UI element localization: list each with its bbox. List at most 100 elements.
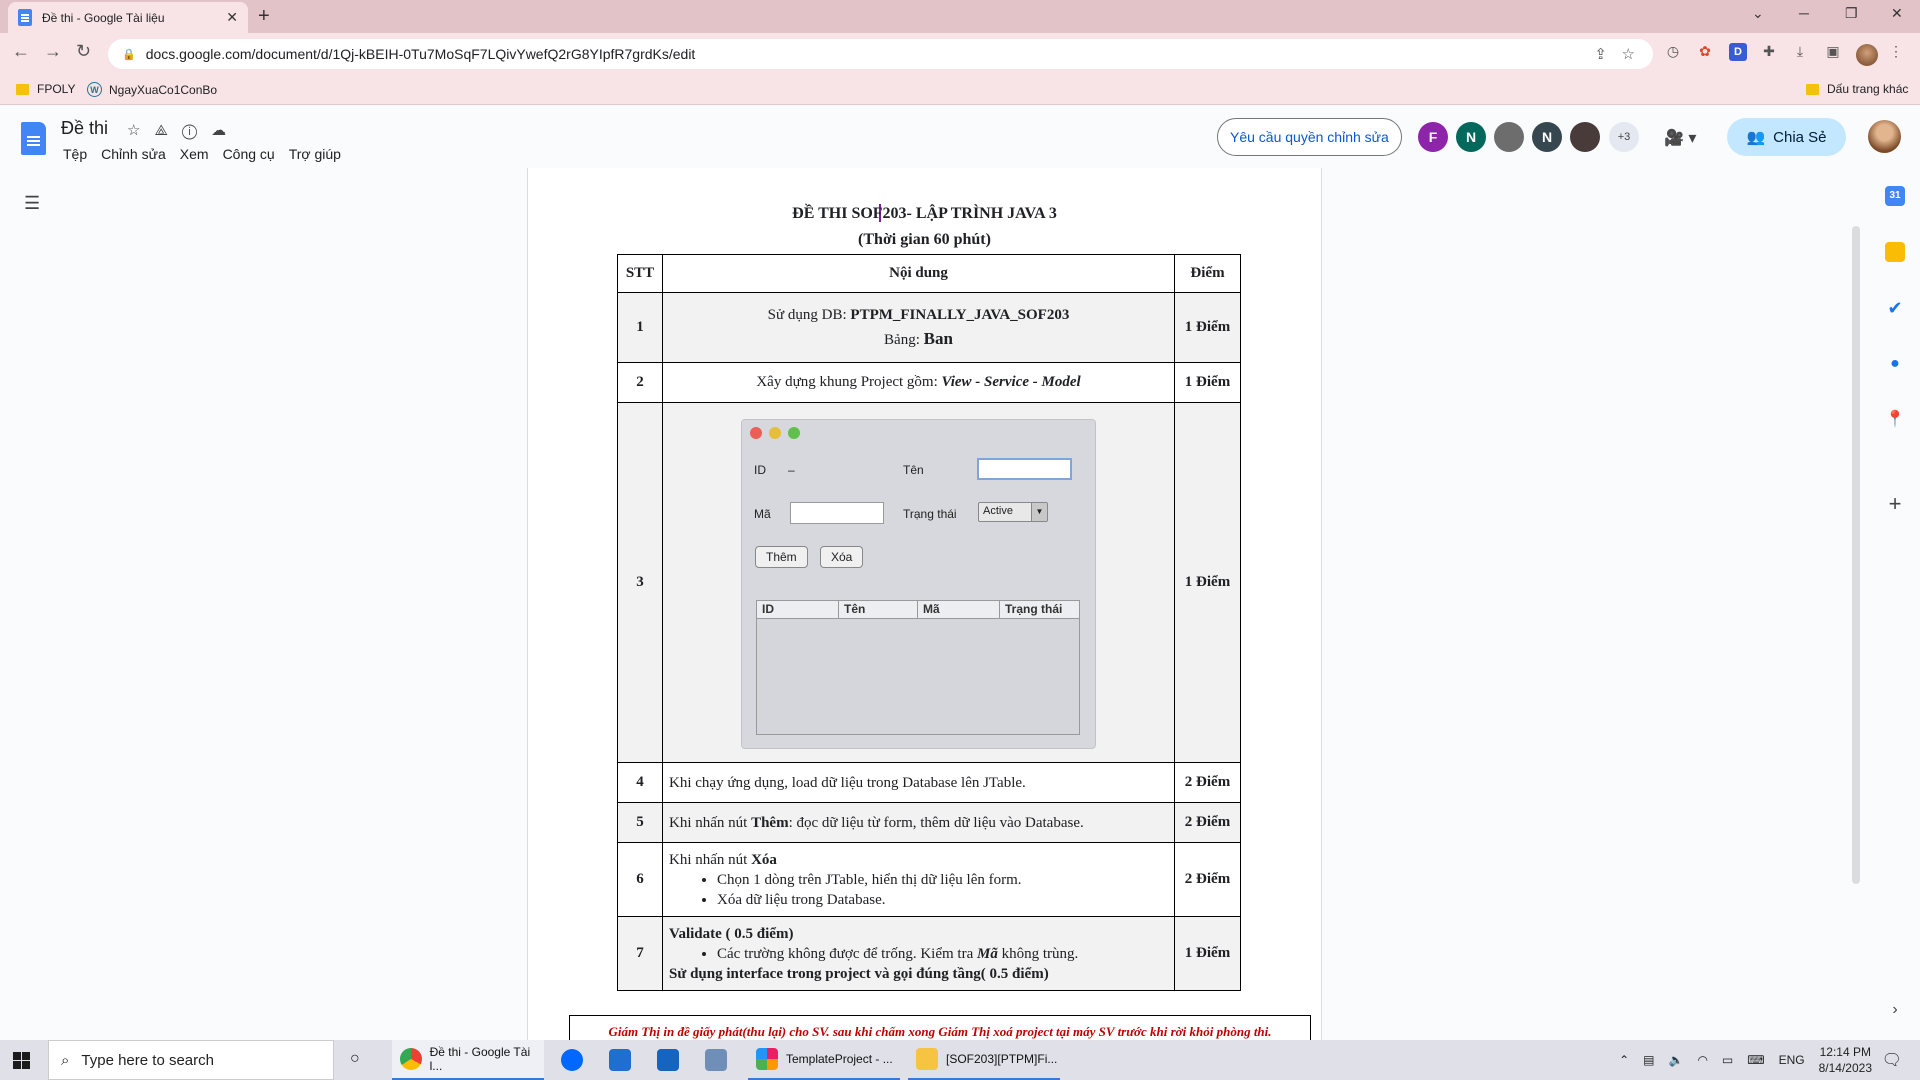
bookmark-label: FPOLY (37, 82, 76, 96)
language-indicator[interactable]: ENG (1779, 1053, 1805, 1067)
document-outline-icon[interactable]: ☰ (24, 193, 40, 214)
mock-code-input (790, 501, 884, 524)
system-tray: ⌃ ▤ 🔈 ◠ ▭ ⌨ ENG 12:14 PM 8/14/2023 (1619, 1040, 1872, 1080)
keyboard-icon[interactable]: ⌨ (1747, 1053, 1764, 1067)
taskbar-sof203[interactable]: [SOF203][PTPM]Fi... (908, 1040, 1060, 1080)
taskbar-search-input[interactable]: ⌕ Type here to search (48, 1040, 334, 1080)
text: Xây dựng khung Project gồm: (756, 374, 942, 390)
share-label: Chia Sẻ (1773, 128, 1827, 146)
extension-d-icon[interactable]: D (1729, 43, 1747, 61)
collaborator-avatar[interactable]: N (1456, 122, 1486, 152)
request-edit-button[interactable]: Yêu cầu quyền chỉnh sửa (1217, 118, 1402, 156)
archive-icon (916, 1048, 938, 1070)
side-panel: 31 ✔ ● 📍 + › (1871, 168, 1920, 1040)
docs-header: Đề thi ☆⟁ⓘ☁ Tệp Chỉnh sửa Xem Công cụ Tr… (0, 106, 1920, 168)
people-icon: 👥 (1746, 129, 1766, 146)
forward-arrow-icon[interactable]: → (44, 41, 62, 62)
wifi-icon[interactable]: ◠ (1697, 1053, 1707, 1067)
minimize-dot-icon (769, 426, 781, 439)
new-tab-button[interactable]: + (258, 5, 270, 28)
document-scrollbar[interactable] (1852, 226, 1860, 884)
user-avatar[interactable] (1868, 120, 1901, 153)
restore-button[interactable]: ❐ (1845, 5, 1858, 22)
minimize-button[interactable]: ─ (1799, 5, 1809, 21)
chrome-profile-avatar[interactable] (1856, 44, 1878, 66)
document-title[interactable]: Đề thi (61, 118, 108, 139)
menu-view[interactable]: Xem (179, 146, 210, 162)
row-points: 2 Điểm (1174, 842, 1241, 917)
cortana-icon[interactable]: ○ (350, 1050, 360, 1068)
network-icon[interactable]: ▤ (1643, 1053, 1654, 1067)
menu-edit[interactable]: Chỉnh sửa (100, 146, 167, 162)
add-addon-icon[interactable]: + (1885, 493, 1905, 515)
taskbar-chrome[interactable]: Đề thi - Google Tài l... (392, 1040, 544, 1080)
clock[interactable]: 12:14 PM 8/14/2023 (1819, 1044, 1872, 1076)
header-points: Điểm (1174, 254, 1241, 293)
text: : đọc dữ liệu từ form, thêm dữ liệu vào … (788, 814, 1084, 831)
chevron-up-icon[interactable]: ⌃ (1619, 1053, 1629, 1067)
bold-text: Sử dụng interface trong project và gọi đ… (669, 965, 1049, 982)
browser-tab-strip: Đề thi - Google Tài liệu ✕ + ⌄ ─ ❐ ✕ (0, 0, 1920, 33)
taskbar-item-label: Đề thi - Google Tài l... (429, 1045, 531, 1073)
bookmark-fpoly[interactable]: FPOLY (16, 82, 75, 96)
star-icon[interactable]: ☆ (127, 122, 154, 139)
extensions-puzzle-icon[interactable]: ✚ (1760, 43, 1778, 61)
maximize-dot-icon (788, 426, 800, 439)
maps-icon[interactable]: 📍 (1885, 410, 1905, 430)
contacts-icon[interactable]: ● (1885, 354, 1905, 374)
window-close-button[interactable]: ✕ (1891, 5, 1903, 22)
header-content: Nội dung (662, 254, 1175, 293)
info-icon[interactable]: ⓘ (182, 122, 211, 139)
emphasis: Mã (976, 945, 998, 962)
bold-text: Thêm (751, 814, 789, 831)
table-row: 4 Khi chạy ứng dụng, load dữ liệu trong … (617, 762, 1241, 803)
header-stt: STT (617, 254, 663, 293)
browser-tab[interactable]: Đề thi - Google Tài liệu ✕ (8, 2, 248, 33)
tasks-icon[interactable]: ✔ (1885, 298, 1905, 318)
row-number: 7 (617, 916, 663, 991)
side-panel-icon[interactable]: ▣ (1824, 43, 1842, 61)
move-icon[interactable]: ⟁ (154, 122, 181, 139)
tab-close-icon[interactable]: ✕ (226, 9, 238, 26)
mail-icon[interactable] (609, 1049, 631, 1071)
cloud-icon[interactable]: ☁ (211, 122, 240, 139)
meet-video-icon[interactable]: 🎥 ▾ (1664, 128, 1696, 148)
calculator-icon[interactable] (657, 1049, 679, 1071)
row-number: 5 (617, 802, 663, 843)
keep-icon[interactable] (1885, 242, 1905, 262)
taskbar-templateproject[interactable]: TemplateProject - ... (748, 1040, 900, 1080)
more-collaborators-badge[interactable]: +3 (1609, 122, 1639, 152)
zalo-icon[interactable] (561, 1049, 583, 1071)
download-icon[interactable]: ⤓ (1791, 43, 1809, 61)
docs-logo-icon[interactable] (21, 122, 46, 155)
calendar-icon[interactable]: 31 (1885, 186, 1905, 206)
document-page: ĐỀ THI SOF203- LẬP TRÌNH JAVA 3 (Thời gi… (527, 168, 1322, 1040)
collaborator-avatar[interactable]: N (1532, 122, 1562, 152)
share-page-icon[interactable]: ⇪ (1594, 45, 1607, 63)
tab-search-icon[interactable]: ⌄ (1752, 5, 1764, 22)
collaborator-avatar[interactable] (1570, 122, 1600, 152)
other-bookmarks[interactable]: Dấu trang khác (1806, 82, 1908, 96)
bookmark-star-icon[interactable]: ☆ (1622, 45, 1635, 63)
menu-file[interactable]: Tệp (62, 146, 88, 162)
collaborator-avatar[interactable]: F (1418, 122, 1448, 152)
volume-icon[interactable]: 🔈 (1668, 1053, 1683, 1067)
menu-help[interactable]: Trợ giúp (288, 146, 342, 162)
bookmark-ngayxua[interactable]: W NgayXuaCo1ConBo (87, 82, 217, 97)
notifications-icon[interactable]: 🗨 (1882, 1050, 1902, 1070)
back-arrow-icon[interactable]: ← (12, 41, 30, 62)
reload-icon[interactable]: ↻ (76, 41, 91, 62)
text: Bảng: (884, 332, 924, 348)
share-button[interactable]: 👥 Chia Sẻ (1727, 118, 1846, 156)
extension-fox-icon[interactable]: ✿ (1696, 43, 1714, 61)
menu-tools[interactable]: Công cụ (222, 146, 276, 162)
chrome-menu-icon[interactable]: ⋮ (1887, 43, 1905, 61)
extension-icon[interactable]: ◷ (1664, 43, 1682, 61)
files-icon[interactable] (705, 1049, 727, 1071)
collaborator-avatar[interactable] (1494, 122, 1524, 152)
windows-start-icon[interactable] (13, 1052, 30, 1069)
battery-icon[interactable]: ▭ (1722, 1053, 1733, 1067)
url-bar[interactable]: 🔒 docs.google.com/document/d/1Qj-kBEIH-0… (108, 39, 1653, 69)
row-number: 2 (617, 362, 663, 403)
expand-panel-icon[interactable]: › (1885, 1000, 1905, 1020)
